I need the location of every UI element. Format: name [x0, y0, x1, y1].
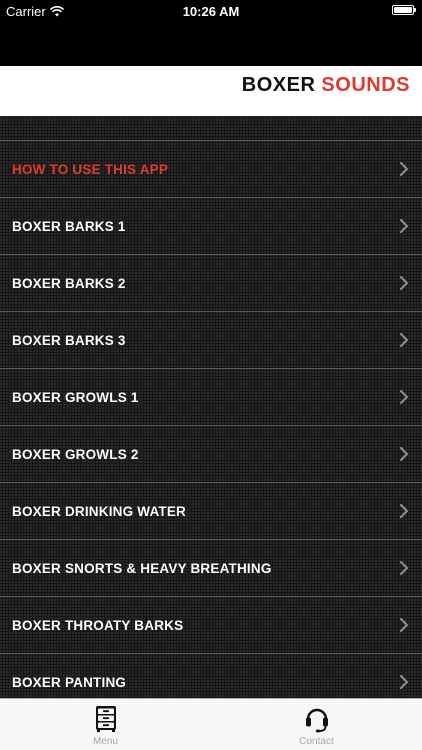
chevron-right-icon [400, 333, 408, 347]
list-item-boxer-growls-2[interactable]: BOXER GROWLS 2 [0, 426, 422, 483]
status-bar: Carrier 10:26 AM [0, 0, 422, 22]
tab-contact-label: Contact [299, 736, 334, 747]
app-header: BOXER SOUNDS [0, 66, 422, 116]
list-item-label: BOXER PANTING [12, 674, 127, 690]
chevron-right-icon [400, 447, 408, 461]
list-item-label: BOXER BARKS 1 [12, 218, 126, 234]
chevron-right-icon [400, 162, 408, 176]
filing-cabinet-icon [95, 706, 116, 732]
headset-icon [305, 708, 328, 733]
list-item-label: BOXER SNORTS & HEAVY BREATHING [12, 560, 272, 576]
tab-contact[interactable]: Contact [211, 699, 422, 750]
list-top-spacer [0, 116, 422, 141]
chevron-right-icon [400, 618, 408, 632]
list-item-boxer-barks-2[interactable]: BOXER BARKS 2 [0, 255, 422, 312]
chevron-right-icon [400, 390, 408, 404]
chevron-right-icon [400, 504, 408, 518]
sound-list[interactable]: HOW TO USE THIS APP BOXER BARKS 1 BOXER … [0, 116, 422, 698]
chevron-right-icon [400, 561, 408, 575]
list-item-boxer-growls-1[interactable]: BOXER GROWLS 1 [0, 369, 422, 426]
list-item-boxer-drinking-water[interactable]: BOXER DRINKING WATER [0, 483, 422, 540]
list-item-label: BOXER BARKS 2 [12, 275, 126, 291]
list-item-label: BOXER GROWLS 1 [12, 389, 139, 405]
chevron-right-icon [400, 219, 408, 233]
list-item-label: BOXER BARKS 3 [12, 332, 126, 348]
app-title-accent: SOUNDS [321, 74, 410, 96]
list-item-boxer-barks-1[interactable]: BOXER BARKS 1 [0, 198, 422, 255]
list-item-boxer-throaty-barks[interactable]: BOXER THROATY BARKS [0, 597, 422, 654]
list-item-how-to-use[interactable]: HOW TO USE THIS APP [0, 141, 422, 198]
list-item-label: BOXER GROWLS 2 [12, 446, 139, 462]
tab-bar: Menu Contact [0, 698, 422, 750]
chevron-right-icon [400, 675, 408, 689]
list-item-boxer-barks-3[interactable]: BOXER BARKS 3 [0, 312, 422, 369]
list-item-boxer-snorts[interactable]: BOXER SNORTS & HEAVY BREATHING [0, 540, 422, 597]
list-item-label: BOXER DRINKING WATER [12, 503, 187, 519]
chevron-right-icon [400, 276, 408, 290]
app-title: BOXER SOUNDS [242, 74, 410, 97]
battery-level [394, 7, 412, 13]
status-time: 10:26 AM [182, 4, 240, 19]
list-item-label: HOW TO USE THIS APP [12, 161, 169, 177]
tab-menu-label: Menu [92, 736, 118, 747]
app-title-primary: BOXER [241, 74, 316, 96]
tab-menu[interactable]: Menu [0, 699, 211, 750]
list-item-boxer-panting[interactable]: BOXER PANTING [0, 654, 422, 698]
list-item-label: BOXER THROATY BARKS [12, 617, 184, 633]
battery-icon [392, 5, 416, 15]
app-screen: Carrier 10:26 AM BOXER SOUNDS HOW TO USE … [0, 0, 422, 750]
